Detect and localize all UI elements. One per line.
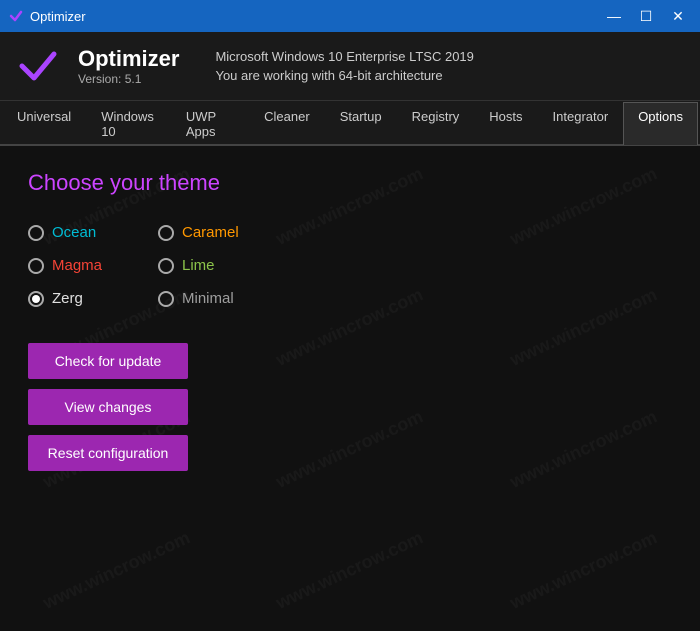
theme-label-magma: Magma [52, 257, 102, 274]
theme-label-caramel: Caramel [182, 224, 239, 241]
reset-config-button[interactable]: Reset configuration [28, 435, 188, 471]
app-name: Optimizer [78, 46, 179, 72]
tab-hosts[interactable]: Hosts [474, 102, 537, 145]
app-version: Version: 5.1 [78, 72, 179, 86]
title-bar: Optimizer — ☐ ✕ [0, 0, 700, 32]
radio-zerg[interactable] [28, 291, 44, 307]
tab-integrator[interactable]: Integrator [538, 102, 624, 145]
app-info: Microsoft Windows 10 Enterprise LTSC 201… [215, 47, 473, 86]
theme-option-lime[interactable]: Lime [158, 249, 288, 282]
app-logo [14, 42, 62, 90]
app-info-line2: You are working with 64-bit architecture [215, 66, 473, 86]
radio-minimal[interactable] [158, 291, 174, 307]
window-controls: — ☐ ✕ [600, 4, 692, 28]
radio-magma[interactable] [28, 258, 44, 274]
theme-label-ocean: Ocean [52, 224, 96, 241]
maximize-button[interactable]: ☐ [632, 4, 660, 28]
tab-startup[interactable]: Startup [325, 102, 397, 145]
theme-option-zerg[interactable]: Zerg [28, 282, 158, 315]
view-changes-button[interactable]: View changes [28, 389, 188, 425]
theme-option-minimal[interactable]: Minimal [158, 282, 288, 315]
app-title-block: Optimizer Version: 5.1 [78, 46, 179, 86]
app-header: Optimizer Version: 5.1 Microsoft Windows… [0, 32, 700, 101]
tab-universal[interactable]: Universal [2, 102, 86, 145]
tab-registry[interactable]: Registry [397, 102, 475, 145]
tab-windows10[interactable]: Windows 10 [86, 102, 171, 145]
theme-label-minimal: Minimal [182, 290, 234, 307]
theme-option-ocean[interactable]: Ocean [28, 216, 158, 249]
tab-options[interactable]: Options [623, 102, 698, 145]
theme-option-magma[interactable]: Magma [28, 249, 158, 282]
tabs-bar: Universal Windows 10 UWP Apps Cleaner St… [0, 101, 700, 146]
section-title: Choose your theme [28, 170, 672, 196]
action-buttons: Check for update View changes Reset conf… [28, 343, 188, 471]
radio-lime[interactable] [158, 258, 174, 274]
close-button[interactable]: ✕ [664, 4, 692, 28]
theme-grid: Ocean Caramel Magma Lime Zerg M [28, 216, 288, 315]
title-bar-text: Optimizer [30, 9, 86, 24]
theme-option-caramel[interactable]: Caramel [158, 216, 288, 249]
check-update-button[interactable]: Check for update [28, 343, 188, 379]
content-inner: Choose your theme Ocean Caramel Magma Li… [28, 170, 672, 471]
tab-uwp[interactable]: UWP Apps [171, 102, 249, 145]
minimize-button[interactable]: — [600, 4, 628, 28]
tab-cleaner[interactable]: Cleaner [249, 102, 325, 145]
radio-ocean[interactable] [28, 225, 44, 241]
radio-caramel[interactable] [158, 225, 174, 241]
app-icon [8, 8, 24, 24]
theme-label-lime: Lime [182, 257, 215, 274]
theme-label-zerg: Zerg [52, 290, 83, 307]
app-info-line1: Microsoft Windows 10 Enterprise LTSC 201… [215, 47, 473, 67]
content-area: www.wincrow.com www.wincrow.com www.winc… [0, 146, 700, 631]
